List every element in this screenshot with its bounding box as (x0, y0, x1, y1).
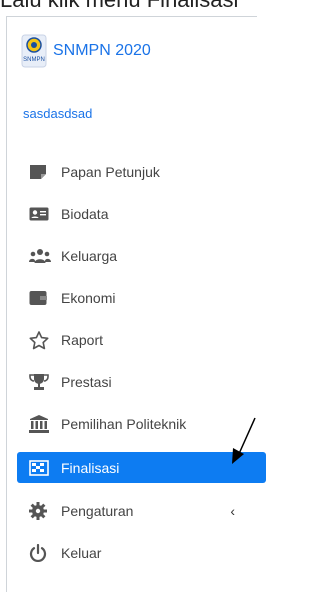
gear-icon (29, 501, 51, 521)
building-icon (29, 414, 51, 434)
trophy-icon (29, 372, 51, 392)
power-icon (29, 543, 51, 563)
sidebar-item-label: Keluar (61, 545, 102, 561)
sidebar-item-raport[interactable]: Raport (7, 326, 257, 354)
sidebar-item-biodata[interactable]: Biodata (7, 200, 257, 228)
user-name[interactable]: sasdasdsad (23, 106, 92, 121)
logo-icon: SNMPN (21, 34, 47, 68)
sidebar-item-label: Prestasi (61, 374, 112, 390)
id-card-icon (29, 204, 51, 224)
brand-title: SNMPN 2020 (53, 42, 151, 59)
star-icon (29, 330, 51, 350)
sidebar: SNMPN SNMPN 2020 sasdasdsad Papan Petunj… (6, 16, 266, 592)
sidebar-item-label: Biodata (61, 206, 109, 222)
sidebar-item-label: Finalisasi (61, 459, 120, 476)
chevron-left-icon[interactable]: ‹ (230, 503, 235, 519)
sidebar-item-keluarga[interactable]: Keluarga (7, 242, 257, 270)
wallet-icon (29, 288, 51, 308)
sidebar-item-label: Pengaturan (61, 503, 134, 519)
sidebar-item-prestasi[interactable]: Prestasi (7, 368, 257, 396)
brand[interactable]: SNMPN SNMPN 2020 (21, 33, 151, 69)
sidebar-item-pemilihan-politeknik[interactable]: Pemilihan Politeknik (7, 410, 257, 438)
pointer-arrow-icon (232, 417, 256, 464)
logo-text: SNMPN (23, 57, 45, 63)
sidebar-item-keluar[interactable]: Keluar (7, 539, 257, 567)
sidebar-item-papan-petunjuk[interactable]: Papan Petunjuk (7, 158, 257, 186)
sidebar-item-pengaturan[interactable]: Pengaturan ‹ (7, 497, 257, 525)
sidebar-item-label: Ekonomi (61, 290, 116, 306)
board-icon (29, 162, 51, 182)
page-header-text: Lalu klik menu Finalisasi (0, 0, 256, 15)
sidebar-item-label: Papan Petunjuk (61, 164, 160, 180)
sidebar-menu: Papan Petunjuk Biodata Keluarga Ekonomi (7, 158, 266, 581)
sidebar-item-label: Pemilihan Politeknik (61, 416, 187, 432)
sidebar-item-label: Raport (61, 332, 104, 348)
flag-icon (29, 458, 51, 478)
users-icon (29, 246, 51, 266)
sidebar-item-ekonomi[interactable]: Ekonomi (7, 284, 257, 312)
sidebar-item-label: Keluarga (61, 248, 118, 264)
